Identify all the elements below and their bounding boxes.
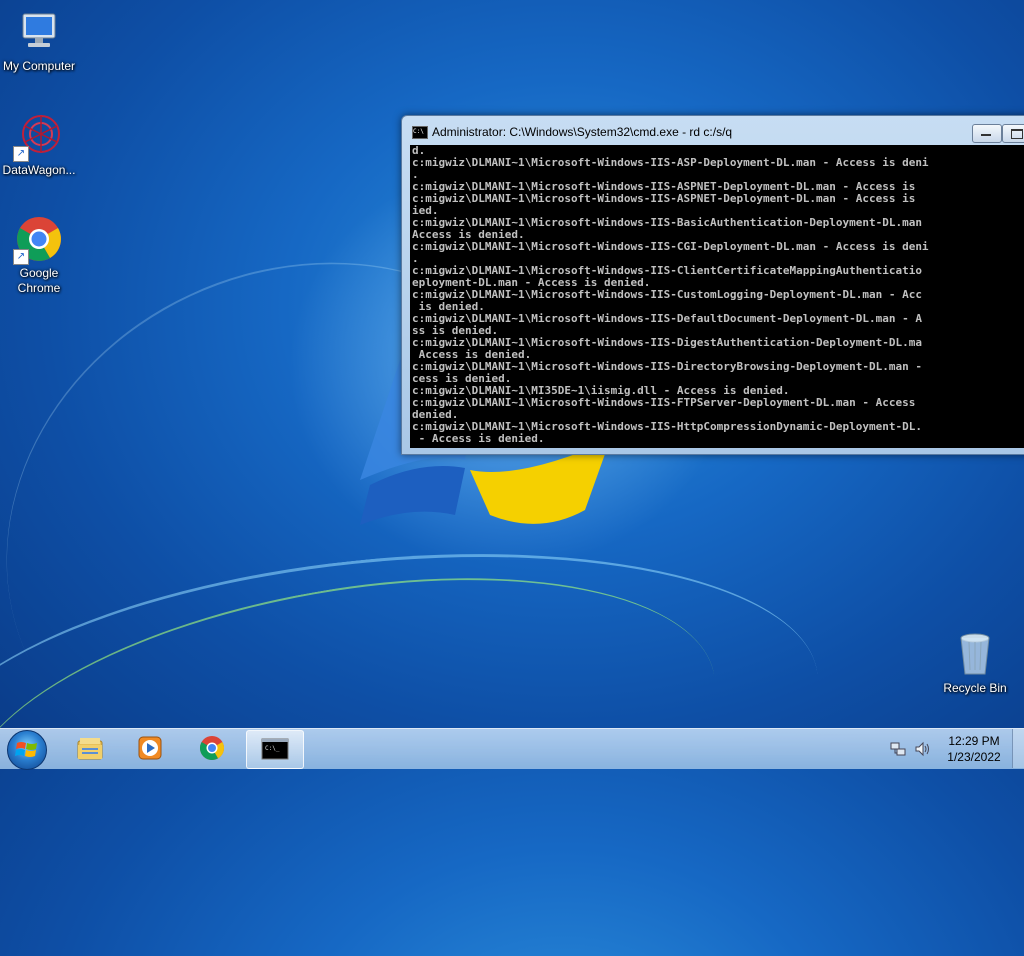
desktop-icon-label: Google Chrome xyxy=(17,266,61,295)
datawagon-icon: ↗ xyxy=(13,112,63,162)
desktop-icon-label: Recycle Bin xyxy=(943,681,1007,695)
cmd-window[interactable]: C:\ Administrator: C:\Windows\System32\c… xyxy=(401,115,1024,455)
taskbar-button-media-player[interactable] xyxy=(122,730,178,767)
cmd-output-line: c:migwiz\DLMANI~1\Microsoft-Windows-IIS-… xyxy=(412,192,916,205)
desktop-icon-my-computer[interactable]: My Computer xyxy=(0,8,81,74)
windows-logo-icon xyxy=(15,742,37,757)
show-desktop-button[interactable] xyxy=(1012,729,1024,768)
desktop-icon-datawagon[interactable]: ↗ DataWagon... xyxy=(0,112,81,178)
recycle-bin-icon xyxy=(951,630,999,678)
command-prompt-icon: C:\_ xyxy=(261,738,289,760)
maximize-button[interactable] xyxy=(1002,124,1024,143)
media-player-icon xyxy=(138,736,162,760)
desktop-icon-label: DataWagon... xyxy=(2,163,76,177)
shortcut-arrow-icon: ↗ xyxy=(13,249,29,265)
taskbar-button-cmd[interactable]: C:\_ xyxy=(246,730,304,769)
taskbar-button-chrome[interactable] xyxy=(184,730,240,767)
desktop-icon-google-chrome[interactable]: ↗ Google Chrome xyxy=(0,215,81,296)
cmd-console[interactable]: d. c:migwiz\DLMANI~1\Microsoft-Windows-II… xyxy=(410,145,1024,448)
network-icon[interactable] xyxy=(890,741,906,757)
taskbar: C:\_ xyxy=(0,728,1024,770)
computer-icon xyxy=(15,8,63,56)
chrome-icon: ↗ xyxy=(13,215,63,265)
cmd-output: d. c:migwiz\DLMANI~1\Microsoft-Windows-II… xyxy=(410,145,1024,445)
svg-text:C:\_: C:\_ xyxy=(265,745,280,752)
desktop-icon-recycle-bin[interactable]: Recycle Bin xyxy=(933,630,1017,696)
shortcut-arrow-icon: ↗ xyxy=(13,146,29,162)
minimize-button[interactable] xyxy=(972,124,1002,143)
volume-icon[interactable] xyxy=(914,741,932,757)
cmd-window-icon[interactable]: C:\ xyxy=(412,126,428,139)
cmd-output-line: c:migwiz\DLMANI~1\Microsoft-Windows-IIS-… xyxy=(412,288,922,301)
cmd-output-line: - Access is denied. xyxy=(412,432,545,445)
cmd-titlebar[interactable]: C:\ Administrator: C:\Windows\System32\c… xyxy=(402,116,1024,144)
cmd-output-line: c:migwiz\DLMANI~1\Microsoft-Windows-IIS-… xyxy=(412,240,929,253)
maximize-icon xyxy=(1011,129,1023,139)
cmd-window-title: Administrator: C:\Windows\System32\cmd.e… xyxy=(432,125,733,139)
start-button[interactable] xyxy=(7,730,47,770)
cmd-output-line: c:migwiz\DLMANI~1\Microsoft-Windows-IIS-… xyxy=(412,312,922,325)
tray-time: 12:29 PM xyxy=(948,734,1000,748)
windows-explorer-icon xyxy=(77,738,103,760)
desktop-icon-label: My Computer xyxy=(2,59,76,73)
tray-date: 1/23/2022 xyxy=(947,750,1001,764)
taskbar-button-explorer[interactable] xyxy=(62,730,118,767)
cmd-output-line: c:migwiz\DLMANI~1\Microsoft-Windows-IIS-… xyxy=(412,396,916,409)
chrome-icon xyxy=(199,736,225,761)
cmd-output-line: c:migwiz\DLMANI~1\Microsoft-Windows-IIS-… xyxy=(412,156,929,169)
tray-clock[interactable]: 12:29 PM 1/23/2022 xyxy=(936,733,1012,765)
minimize-icon xyxy=(981,134,991,136)
